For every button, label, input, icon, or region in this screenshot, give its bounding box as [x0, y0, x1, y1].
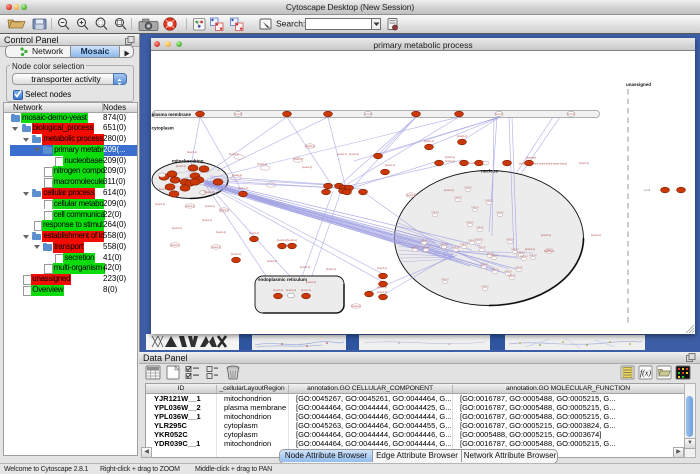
- svg-text:[word-x]: [word-x]: [377, 266, 387, 270]
- svg-text:[word-x]: [word-x]: [306, 280, 316, 284]
- svg-text:[wd-w]: [wd-w]: [467, 221, 474, 224]
- svg-text:[wd-w]: [wd-w]: [442, 278, 449, 281]
- svg-text:[word-x]: [word-x]: [211, 245, 221, 249]
- svg-text:[wd-w]: [wd-w]: [530, 254, 537, 257]
- svg-text:[wd-w]: [wd-w]: [509, 274, 516, 277]
- svg-text:mitochondrion: mitochondrion: [172, 159, 204, 164]
- svg-text:[wd-w]: [wd-w]: [546, 248, 553, 251]
- svg-text:[word-x]: [word-x]: [155, 202, 165, 206]
- svg-text:[word-x]: [word-x]: [249, 231, 259, 235]
- svg-text:[wd-w]: [wd-w]: [479, 246, 486, 249]
- svg-text:[word-x]: [word-x]: [445, 159, 455, 163]
- svg-text:[word-x]: [word-x]: [159, 187, 169, 191]
- svg-text:[word-x]: [word-x]: [326, 267, 336, 271]
- svg-text:[wd-w]: [wd-w]: [455, 196, 462, 199]
- svg-text:[word-x]: [word-x]: [187, 150, 197, 154]
- svg-text:[word-x]: [word-x]: [305, 144, 315, 148]
- svg-text:cytoplasm: cytoplasm: [152, 126, 174, 131]
- svg-text:[word-x]: [word-x]: [231, 252, 241, 256]
- svg-text:[word-x]: [word-x]: [185, 204, 195, 208]
- svg-text:[word-x]: [word-x]: [277, 238, 287, 242]
- svg-text:[wd-w]: [wd-w]: [521, 255, 528, 258]
- svg-text:[word-x]: [word-x]: [202, 218, 212, 222]
- svg-text:endoplasmic reticulum: endoplasmic reticulum: [258, 277, 307, 282]
- svg-text:[word-x]: [word-x]: [377, 290, 387, 294]
- svg-text:[word-x]: [word-x]: [444, 188, 454, 192]
- svg-text:[word-x]: [word-x]: [385, 163, 395, 167]
- svg-text:[wd-w]: [wd-w]: [518, 251, 525, 254]
- svg-text:[word-x]: [word-x]: [257, 162, 267, 166]
- svg-text:[wd-w]: [wd-w]: [497, 211, 504, 214]
- svg-text:[wd-w]: [wd-w]: [516, 266, 523, 269]
- svg-text:[word-x]: [word-x]: [232, 173, 242, 177]
- svg-text:[word-x]: [word-x]: [301, 288, 311, 292]
- svg-text:[word-x]: [word-x]: [300, 265, 310, 269]
- svg-text:[word-x]: [word-x]: [216, 230, 226, 234]
- svg-text:[word-x]: [word-x]: [468, 161, 478, 165]
- svg-text:[word-x]: [word-x]: [172, 226, 182, 230]
- svg-text:[wd-w]: [wd-w]: [477, 226, 484, 229]
- svg-text:[word-x]: [word-x]: [541, 233, 551, 237]
- svg-text:[word-x]: [word-x]: [267, 259, 277, 263]
- svg-text:[word-x]: [word-x]: [302, 165, 312, 169]
- svg-text:[wd-wd]: [wd-wd]: [526, 156, 536, 160]
- svg-text:[word-x]: [word-x]: [424, 139, 434, 143]
- svg-text:[wd-w]: [wd-w]: [476, 238, 483, 241]
- svg-text:[word]: [word]: [364, 112, 371, 116]
- svg-text:[word-x]: [word-x]: [457, 134, 467, 138]
- svg-text:[wd-w]: [wd-w]: [461, 243, 468, 246]
- svg-text:[wrd]: [wrd]: [644, 188, 651, 192]
- svg-text:[word]: [word]: [567, 112, 574, 116]
- svg-text:[wd-w]: [wd-w]: [486, 199, 493, 202]
- svg-text:[wd-w]: [wd-w]: [441, 243, 448, 246]
- svg-text:[word-x]: [word-x]: [273, 288, 283, 292]
- svg-text:[word]: [word]: [495, 112, 502, 116]
- svg-text:[word-x]: [word-x]: [219, 208, 229, 212]
- svg-text:[word-x]: [word-x]: [287, 238, 297, 242]
- svg-text:nucleus: nucleus: [481, 169, 499, 174]
- svg-text:[word-x]: [word-x]: [591, 233, 601, 237]
- svg-text:[word-x]: [word-x]: [579, 161, 589, 165]
- svg-text:[wd-w]: [wd-w]: [491, 254, 498, 257]
- svg-text:[word-x]: [word-x]: [238, 186, 248, 190]
- svg-text:[word-x]: [word-x]: [351, 304, 361, 308]
- svg-text:[word-x]: [word-x]: [337, 152, 347, 156]
- svg-text:[wd]: [wd]: [519, 162, 524, 166]
- svg-text:[word-x]: [word-x]: [286, 288, 296, 292]
- svg-text:[wd-w]: [wd-w]: [432, 211, 439, 214]
- svg-text:plasma membrane: plasma membrane: [152, 112, 192, 117]
- svg-text:[word-x]: [word-x]: [349, 152, 359, 156]
- svg-text:[wd-w]: [wd-w]: [505, 270, 512, 273]
- svg-text:[wd-w]: [wd-w]: [472, 206, 479, 209]
- svg-text:unassigned: unassigned: [626, 82, 651, 87]
- svg-text:[word-x]: [word-x]: [377, 285, 387, 289]
- svg-text:[wd-w]: [wd-w]: [482, 285, 489, 288]
- svg-text:[wd-w]: [wd-w]: [453, 246, 460, 249]
- svg-text:f(x): f(x): [640, 369, 651, 378]
- svg-text:[wd-w]: [wd-w]: [423, 246, 430, 249]
- svg-text:[word-x]: [word-x]: [406, 193, 416, 197]
- svg-text:Search:: Search:: [276, 19, 305, 29]
- svg-text:[wd-w]: [wd-w]: [481, 263, 488, 266]
- svg-text:[word-x]: [word-x]: [176, 164, 186, 168]
- svg-text:[wd-w]: [wd-w]: [507, 238, 514, 241]
- svg-text:[word-x]: [word-x]: [525, 247, 535, 251]
- svg-text:[wd-w]: [wd-w]: [492, 268, 499, 271]
- svg-text:[word-x]: [word-x]: [205, 204, 215, 208]
- svg-text:[wd-w]: [wd-w]: [412, 246, 419, 249]
- svg-text:[wd-w]: [wd-w]: [421, 239, 428, 242]
- svg-text:[word-word-word-word-word]: [word-word-word-word-word]: [531, 162, 567, 166]
- svg-text:[word-x]: [word-x]: [204, 190, 214, 194]
- svg-text:[word-x]: [word-x]: [445, 155, 455, 159]
- svg-text:[word]: [word]: [234, 112, 241, 116]
- svg-text:[word-x]: [word-x]: [229, 152, 239, 156]
- svg-text:[word-x]: [word-x]: [170, 243, 180, 247]
- svg-text:[wd-w]: [wd-w]: [465, 186, 472, 189]
